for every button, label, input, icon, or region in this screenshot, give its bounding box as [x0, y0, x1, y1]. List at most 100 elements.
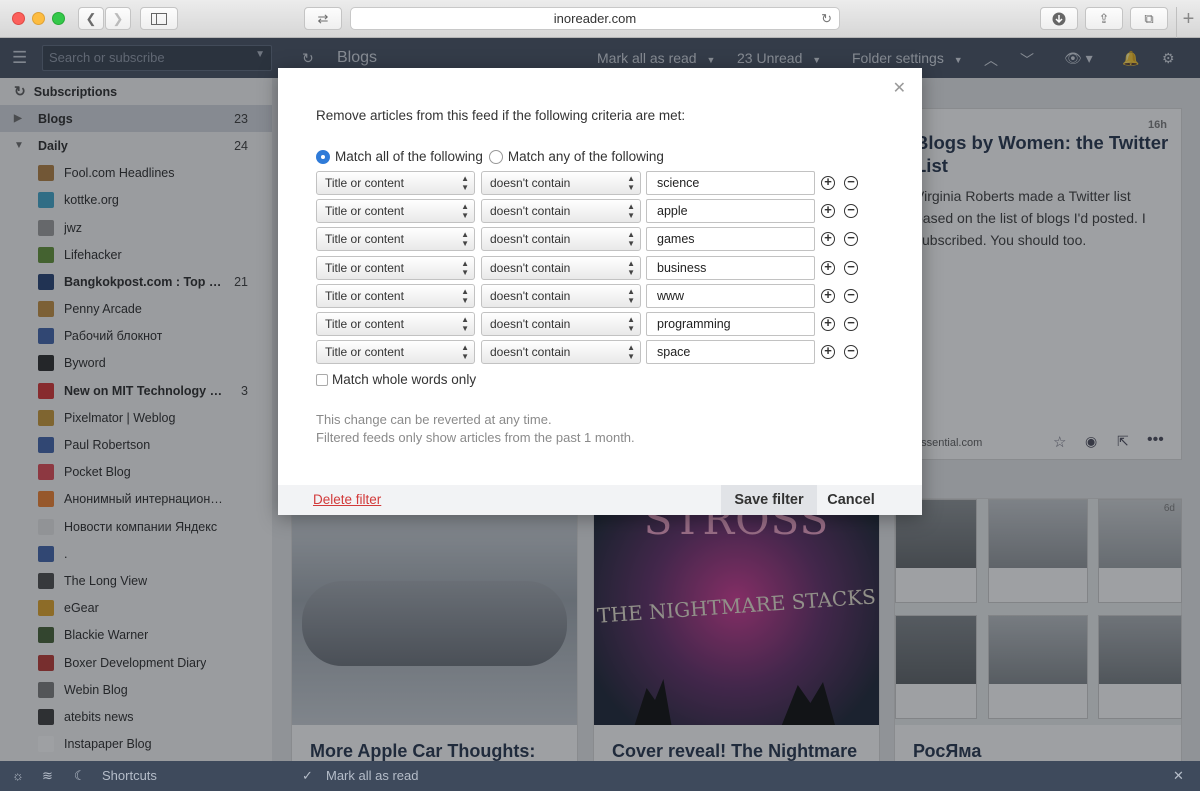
add-criteria-icon[interactable]: + [821, 260, 835, 275]
address-bar[interactable]: inoreader.com ↻ [350, 7, 840, 30]
operator-select[interactable]: doesn't contain ▲ ▼ [481, 171, 641, 195]
tab-switch-button[interactable]: ⇄ [304, 7, 342, 30]
updown-icon: ▲ ▼ [627, 174, 635, 192]
remove-criteria-icon[interactable]: − [844, 288, 858, 303]
field-select-value: Title or content [325, 288, 404, 303]
delete-filter-link[interactable]: Delete filter [313, 492, 381, 507]
updown-icon: ▲ ▼ [461, 202, 469, 221]
mark-all-read-link[interactable]: Mark all as read [326, 768, 418, 783]
reload-icon[interactable]: ↻ [821, 8, 832, 29]
filter-period-note: Filtered feeds only show articles from t… [316, 430, 635, 445]
match-all-label[interactable]: Match all of the following [335, 149, 483, 164]
field-select[interactable]: Title or content ▲ ▼ [316, 312, 475, 336]
criteria-value: www [657, 288, 685, 303]
criteria-value: programming [657, 317, 731, 331]
filter-dialog: ✕ Remove articles from this feed if the … [278, 68, 922, 515]
updown-icon: ▲ ▼ [461, 230, 469, 249]
updown-icon: ▲ ▼ [627, 258, 635, 277]
criteria-row: Title or content ▲ ▼ doesn't contain ▲ ▼ www + − [316, 283, 858, 308]
chevron-right-icon: ❯ [112, 10, 124, 26]
criteria-row: Title or content ▲ ▼ doesn't contain ▲ ▼ busin… [316, 255, 858, 280]
criteria-value: space [657, 345, 691, 360]
close-window-button[interactable] [12, 12, 25, 25]
criteria-text-input[interactable]: games [646, 227, 815, 252]
remove-criteria-icon[interactable]: − [844, 231, 858, 247]
field-select[interactable]: Title or content ▲ ▼ [316, 340, 475, 365]
updown-icon: ▲ ▼ [461, 315, 469, 333]
match-all-radio[interactable] [316, 149, 330, 164]
close-icon[interactable]: ✕ [1173, 768, 1184, 784]
updown-icon: ▲ ▼ [627, 202, 635, 221]
sun-icon[interactable]: ☼ [12, 768, 24, 783]
operator-select-value: doesn't contain [490, 204, 571, 219]
whole-words-label[interactable]: Match whole words only [332, 372, 476, 387]
moon-icon[interactable]: ☾ [74, 768, 86, 784]
whole-words-checkbox[interactable] [316, 373, 328, 386]
remove-criteria-icon[interactable]: − [844, 344, 858, 360]
checkmark-icon: ✓ [302, 768, 313, 783]
criteria-row: Title or content ▲ ▼ doesn't contain ▲ ▼ scien… [316, 171, 858, 195]
whole-words-option: Match whole words only [316, 372, 476, 387]
zoom-window-button[interactable] [52, 12, 65, 25]
share-button[interactable]: ⇪ [1085, 7, 1123, 30]
operator-select-value: doesn't contain [490, 345, 571, 360]
updown-icon: ▲ ▼ [461, 258, 469, 277]
criteria-value: apple [657, 204, 688, 219]
add-criteria-icon[interactable]: + [821, 203, 835, 219]
add-criteria-icon[interactable]: + [821, 175, 835, 190]
operator-select[interactable]: doesn't contain ▲ ▼ [481, 255, 641, 280]
sidebar-icon [151, 12, 167, 25]
criteria-row: Title or content ▲ ▼ doesn't contain ▲ ▼ space… [316, 340, 858, 365]
remove-criteria-icon[interactable]: − [844, 203, 858, 219]
operator-select[interactable]: doesn't contain ▲ ▼ [481, 227, 641, 252]
sidebar-toggle-button[interactable] [140, 7, 178, 30]
criteria-text-input[interactable]: space [646, 340, 815, 365]
field-select[interactable]: Title or content ▲ ▼ [316, 255, 475, 280]
field-select[interactable]: Title or content ▲ ▼ [316, 227, 475, 252]
field-select-value: Title or content [325, 260, 404, 275]
criteria-value: business [657, 260, 707, 275]
field-select[interactable]: Title or content ▲ ▼ [316, 283, 475, 308]
match-any-label[interactable]: Match any of the following [508, 149, 664, 164]
save-filter-button[interactable]: Save filter [721, 485, 817, 515]
criteria-text-input[interactable]: apple [646, 199, 815, 224]
downloads-button[interactable] [1040, 7, 1078, 30]
shortcuts-link[interactable]: Shortcuts [102, 768, 157, 783]
operator-select[interactable]: doesn't contain ▲ ▼ [481, 283, 641, 308]
new-tab-button[interactable]: + [1176, 7, 1200, 38]
share-icon: ⇪ [1098, 10, 1110, 26]
field-select[interactable]: Title or content ▲ ▼ [316, 199, 475, 224]
remove-criteria-icon[interactable]: − [844, 175, 858, 190]
close-icon[interactable]: ✕ [893, 78, 906, 98]
tabs-icon: ⧉ [1144, 10, 1154, 26]
criteria-text-input[interactable]: programming [646, 312, 815, 336]
remove-criteria-icon[interactable]: − [844, 316, 858, 331]
criteria-value: games [657, 232, 695, 247]
add-criteria-icon[interactable]: + [821, 316, 835, 331]
field-select[interactable]: Title or content ▲ ▼ [316, 171, 475, 195]
add-criteria-icon[interactable]: + [821, 231, 835, 247]
criteria-row: Title or content ▲ ▼ doesn't contain ▲ ▼ apple… [316, 199, 858, 224]
density-icon[interactable]: ≋ [42, 768, 53, 784]
operator-select[interactable]: doesn't contain ▲ ▼ [481, 199, 641, 224]
remove-criteria-icon[interactable]: − [844, 260, 858, 275]
show-tabs-button[interactable]: ⧉ [1130, 7, 1168, 30]
field-select-value: Title or content [325, 317, 404, 331]
back-button[interactable]: ❮ [78, 7, 104, 30]
criteria-text-input[interactable]: www [646, 283, 815, 308]
operator-select[interactable]: doesn't contain ▲ ▼ [481, 340, 641, 365]
criteria-text-input[interactable]: business [646, 255, 815, 280]
criteria-text-input[interactable]: science [646, 171, 815, 195]
match-any-radio[interactable] [488, 149, 503, 164]
criteria-value: science [657, 176, 700, 190]
add-criteria-icon[interactable]: + [821, 344, 835, 360]
add-criteria-icon[interactable]: + [821, 288, 835, 303]
minimize-window-button[interactable] [32, 12, 45, 25]
cancel-button[interactable]: Cancel [817, 485, 885, 515]
forward-button[interactable]: ❯ [105, 7, 131, 30]
operator-select[interactable]: doesn't contain ▲ ▼ [481, 312, 641, 336]
operator-select-value: doesn't contain [490, 232, 571, 247]
criteria-row: Title or content ▲ ▼ doesn't contain ▲ ▼ progr… [316, 312, 858, 336]
plus-icon: + [1182, 8, 1195, 30]
download-icon [1052, 12, 1066, 25]
